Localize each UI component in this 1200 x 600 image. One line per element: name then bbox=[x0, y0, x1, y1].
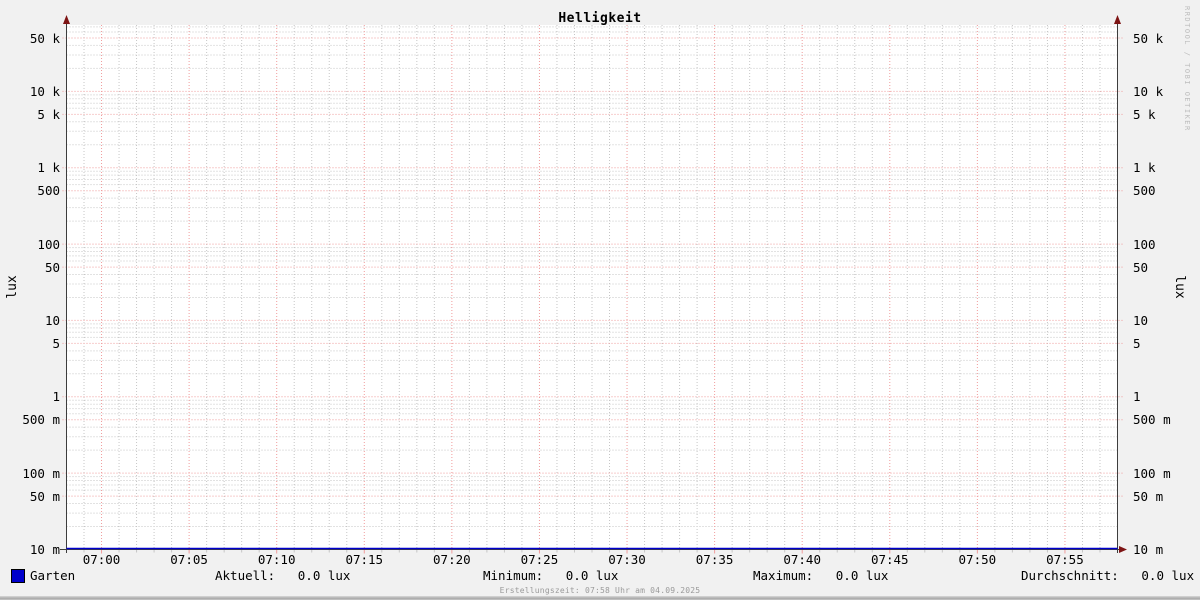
y-axis-tick-label-left: 5 k bbox=[37, 106, 60, 122]
x-axis-tick-label: 07:55 bbox=[1046, 552, 1084, 567]
x-axis-tick-label: 07:40 bbox=[783, 552, 821, 567]
y-axis-tick-label-right: 100 m bbox=[1133, 465, 1171, 481]
y-axis-tick-label-right: 50 bbox=[1133, 259, 1149, 275]
y-axis-tick-label-right: 1 k bbox=[1133, 160, 1156, 176]
y-axis-tick-label-right: 500 bbox=[1133, 183, 1156, 199]
y-axis-tick-label-right: 5 bbox=[1133, 335, 1141, 351]
y-axis-tick-label-right: 1 bbox=[1133, 389, 1141, 405]
x-axis-tick-label: 07:00 bbox=[82, 552, 121, 567]
y-axis-tick-label-right: 10 bbox=[1133, 312, 1149, 328]
chart-plot-area bbox=[60, 15, 1127, 554]
y-axis-unit-left: lux bbox=[5, 275, 20, 299]
series-swatch-garten bbox=[11, 569, 25, 583]
y-axis-tick-label-right: 10 m bbox=[1133, 542, 1164, 557]
y-axis-tick-label-left: 1 k bbox=[37, 160, 60, 176]
x-axis-tick-label: 07:30 bbox=[608, 552, 646, 567]
y-axis-tick-label-left: 10 m bbox=[29, 542, 60, 557]
x-axis-tick-label: 07:05 bbox=[170, 552, 208, 567]
stat-aktuell: Aktuell: 0.0 lux bbox=[215, 568, 351, 583]
rrdtool-graph: Helligkeit 50 k 50 k 10 k 10 k5 k5 k1 k1 k5… bbox=[0, 0, 1200, 600]
y-axis-tick-label-left: 50 m bbox=[29, 488, 60, 504]
y-axis-tick-label-left: 50 k bbox=[29, 30, 60, 46]
y-axis-tick-label-left: 10 bbox=[44, 312, 60, 328]
x-axis-tick-label: 07:10 bbox=[257, 552, 296, 567]
rrdtool-watermark: RRDTOOL / TOBI OETIKER bbox=[1183, 6, 1191, 132]
y-axis-tick-label-left: 10 k bbox=[29, 83, 60, 99]
y-axis-tick-label-right: 100 bbox=[1133, 236, 1156, 252]
y-axis-tick-label-left: 100 bbox=[37, 236, 60, 252]
stat-durchschnitt: Durchschnitt: 0.0 lux bbox=[1021, 568, 1195, 583]
x-axis-tick-label: 07:45 bbox=[870, 552, 909, 567]
y-axis-tick-label-left: 100 m bbox=[22, 465, 60, 481]
stat-minimum: Minimum: 0.0 lux bbox=[483, 568, 619, 583]
series-label: Garten bbox=[30, 568, 76, 583]
x-axis-tick-label: 07:20 bbox=[433, 552, 471, 567]
window-bottom-edge bbox=[0, 596, 1200, 600]
y-axis-tick-label-right: 500 m bbox=[1133, 412, 1171, 428]
y-axis-unit-right: lux bbox=[1172, 275, 1187, 299]
x-axis-tick-label: 07:25 bbox=[520, 552, 559, 567]
creation-timestamp: Erstellungszeit: 07:58 Uhr am 04.09.2025 bbox=[499, 586, 701, 595]
y-axis-tick-label-left: 1 bbox=[52, 389, 60, 405]
x-axis-tick-label: 07:35 bbox=[695, 552, 734, 567]
y-axis-tick-label-left: 5 bbox=[52, 335, 60, 351]
y-axis-tick-label-left: 500 bbox=[37, 183, 60, 199]
x-axis-tick-label: 07:15 bbox=[345, 552, 384, 567]
y-axis-tick-label-right: 50 m bbox=[1133, 488, 1164, 504]
y-axis-tick-label-left: 500 m bbox=[22, 412, 60, 428]
x-axis-tick-label: 07:50 bbox=[958, 552, 997, 567]
stat-maximum: Maximum: 0.0 lux bbox=[753, 568, 889, 583]
